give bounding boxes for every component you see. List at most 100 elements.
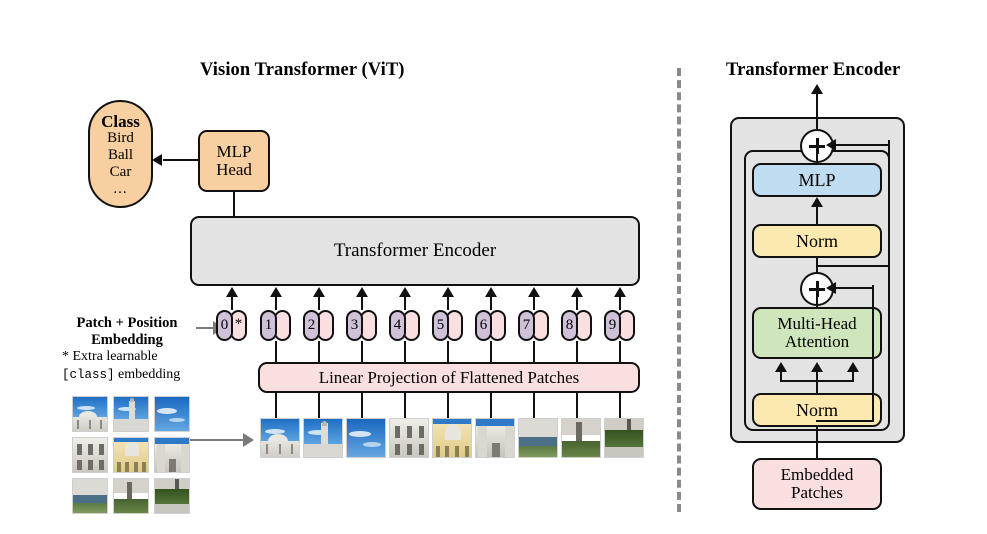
mlp-block-label: MLP [798, 169, 836, 190]
projection-to-token-line-3 [360, 341, 364, 363]
patch-window [419, 426, 424, 438]
patch-hedge [562, 441, 600, 457]
token-2: 2 [303, 310, 334, 341]
residual-skip-upper-hline [834, 144, 890, 147]
image-patch-to-projection-line-2 [317, 392, 321, 418]
patch-door [492, 443, 500, 457]
embedded-patches-line2: Patches [791, 483, 843, 502]
transformer-encoder-label: Transformer Encoder [333, 240, 497, 262]
projection-to-token-line-1 [274, 341, 278, 363]
flattened-patch-4 [389, 418, 429, 458]
source-image-patch-4 [72, 437, 108, 473]
patch-window [100, 420, 102, 429]
patch-sky [155, 397, 189, 431]
transformer-encoder-box: Transformer Encoder [190, 216, 640, 286]
patch-tower [157, 444, 165, 472]
patch-window [395, 444, 400, 455]
patch-window [99, 444, 104, 455]
patch-lamp [576, 422, 582, 442]
position-embedding-5: 5 [432, 310, 449, 341]
patch-window [77, 460, 82, 470]
embedded-patches-line1: Embedded [780, 465, 854, 485]
class-ellipsis: ... [113, 180, 128, 197]
patch-window [134, 462, 138, 472]
position-embedding-7: 7 [518, 310, 535, 341]
residual-skip-upper-tap [816, 265, 890, 268]
mlp-head-line2: Head [216, 160, 252, 179]
patch-building [73, 479, 107, 495]
residual-skip-lower-tap [816, 420, 874, 423]
patch-tower [478, 426, 487, 457]
image-patch-to-projection-line-8 [575, 392, 579, 418]
patch-hedge [114, 499, 148, 513]
position-embedding-6: 6 [475, 310, 492, 341]
patch-cloud [349, 431, 371, 437]
patch-cloud [169, 418, 185, 422]
patch-path [155, 504, 189, 513]
image-patch-to-projection-line-4 [403, 392, 407, 418]
mlp-head-line1: MLP [216, 142, 252, 162]
image-patch-to-projection-line-6 [489, 392, 493, 418]
embedded-patches-block: Embedded Patches [752, 458, 882, 510]
norm-lower-to-split-line [816, 381, 819, 394]
projection-to-token-line-7 [532, 341, 536, 363]
class-output-box: Class Bird Ball Car ... [88, 100, 153, 208]
residual-skip-lower-vline [872, 285, 875, 422]
source-image-patch-3 [154, 396, 190, 432]
image-patch-to-projection-line-3 [360, 392, 364, 418]
norm-lower-label: Norm [796, 399, 838, 420]
token-to-encoder-arrowhead-0 [225, 287, 238, 297]
source-image-patch-9 [154, 478, 190, 514]
footnote-line2-suffix: embedding [114, 367, 181, 383]
qkv-arrowhead-right [846, 362, 859, 372]
projection-to-token-line-5 [446, 341, 450, 363]
panel-divider [677, 68, 681, 512]
patch-trees [155, 489, 189, 504]
patch-window [419, 444, 424, 455]
class-item-bird: Bird [107, 130, 134, 147]
flattened-patch-5 [432, 418, 472, 458]
position-embedding-8: 8 [561, 310, 578, 341]
patch-sky [347, 419, 385, 457]
projection-to-token-line-4 [403, 341, 407, 363]
patch-cloud [157, 408, 177, 414]
token-6: 6 [475, 310, 506, 341]
patch-cloud [363, 442, 381, 447]
footnote-mono-token: [class] [62, 368, 115, 383]
patch-dome [125, 442, 139, 456]
patch-window [407, 444, 412, 455]
encoder-output-arrowhead [810, 84, 823, 94]
patch-window [77, 444, 82, 455]
patch-position-embedding-label: Patch + Position Embedding [62, 315, 192, 349]
token-to-encoder-arrowhead-1 [269, 287, 282, 297]
flattened-patch-7 [518, 418, 558, 458]
patch-window [88, 444, 93, 455]
embedding-label-line2: Embedding [91, 332, 163, 349]
mha-to-add-line [816, 288, 819, 308]
class-item-ball: Ball [108, 147, 133, 164]
image-patch-to-projection-line-1 [274, 392, 278, 418]
linear-projection-box: Linear Projection of Flattened Patches [258, 362, 640, 393]
flattened-patch-1 [260, 418, 300, 458]
image-to-patches-arrowhead [243, 433, 254, 447]
mha-line1: Multi-Head [777, 314, 857, 334]
footnote-line1: * Extra learnable [62, 349, 158, 364]
residual-skip-upper-vline [888, 140, 891, 266]
patch-window [77, 420, 79, 429]
patch-grass [519, 446, 557, 457]
source-image-patch-7 [72, 478, 108, 514]
patch-window [291, 444, 293, 454]
projection-to-token-line-8 [575, 341, 579, 363]
residual-skip-lower-arrowhead [826, 282, 836, 294]
token-to-encoder-arrowhead-4 [398, 287, 411, 297]
patch-dome [445, 424, 461, 440]
class-heading: Class [101, 111, 140, 131]
patch-grass [73, 503, 107, 513]
residual-skip-upper-arrowhead [826, 139, 836, 151]
residual-skip-lower-hline [834, 287, 874, 290]
position-embedding-2: 2 [303, 310, 320, 341]
token-to-encoder-arrowhead-2 [312, 287, 325, 297]
patch-window [395, 426, 400, 438]
patch-window [89, 420, 91, 429]
embedded-patches-to-norm-line [816, 427, 819, 459]
